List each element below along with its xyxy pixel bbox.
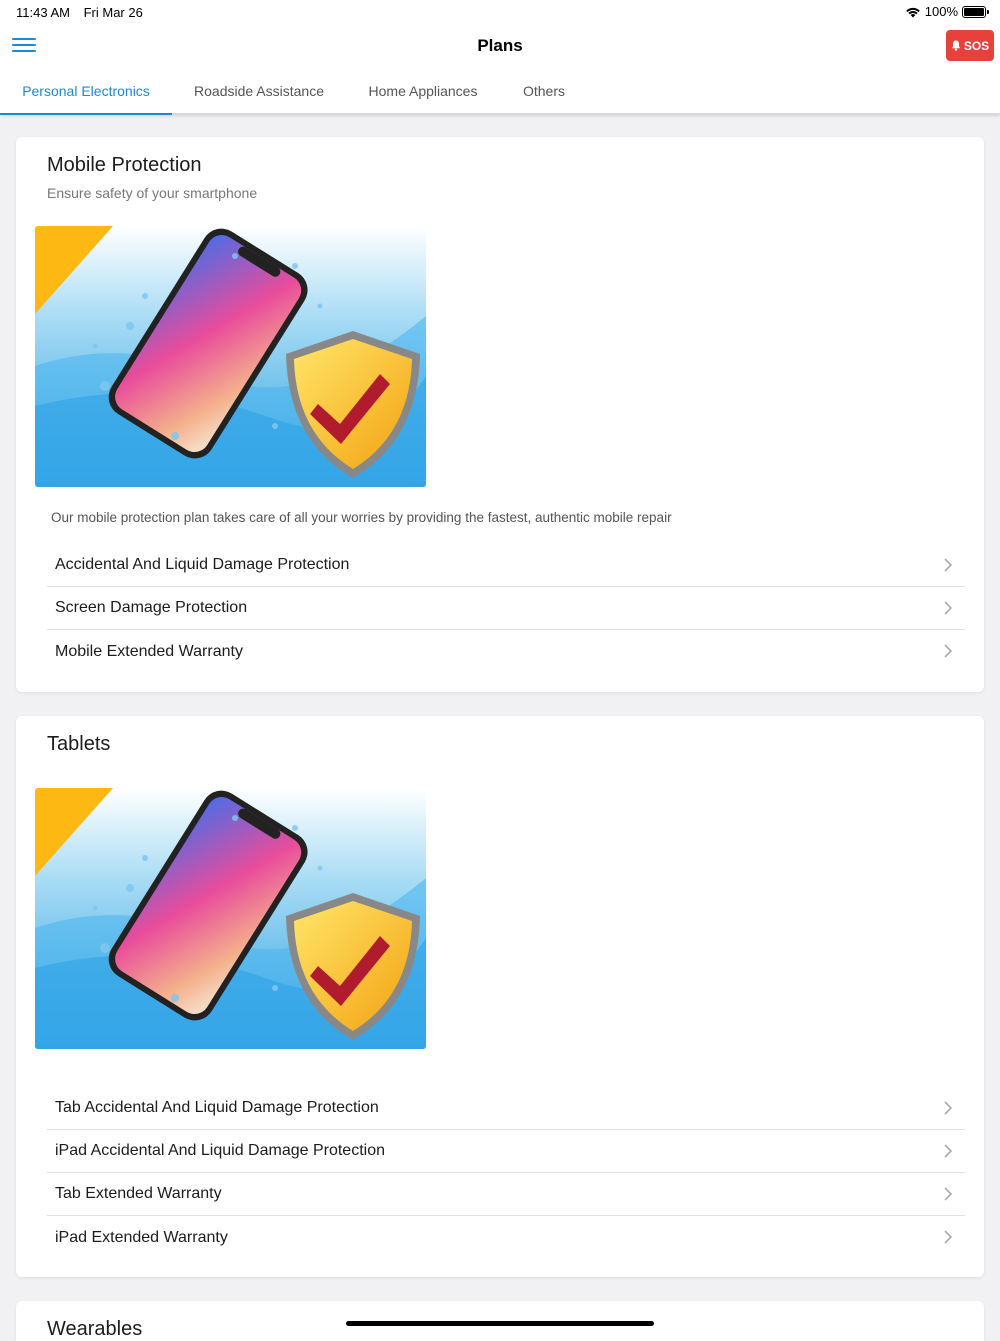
plan-label: Tab Accidental And Liquid Damage Protect… — [55, 1099, 379, 1116]
plan-item[interactable]: Mobile Extended Warranty — [47, 630, 965, 673]
chevron-right-icon — [944, 644, 953, 658]
chevron-right-icon — [944, 1187, 953, 1201]
plan-list: Tab Accidental And Liquid Damage Protect… — [47, 1087, 965, 1259]
tab-roadside-assistance[interactable]: Roadside Assistance — [172, 68, 346, 114]
bell-icon — [951, 40, 961, 51]
status-left: 11:43 AM Fri Mar 26 — [16, 5, 153, 20]
plan-item[interactable]: Tab Accidental And Liquid Damage Protect… — [47, 1087, 965, 1130]
status-bar: 11:43 AM Fri Mar 26 100% — [0, 0, 1000, 24]
tab-personal-electronics[interactable]: Personal Electronics — [0, 68, 172, 115]
tablets-image — [35, 788, 426, 1049]
status-date: Fri Mar 26 — [83, 5, 143, 20]
plan-item[interactable]: iPad Accidental And Liquid Damage Protec… — [47, 1130, 965, 1173]
sos-button[interactable]: SOS — [946, 30, 994, 61]
navigation-bar: Plans SOS — [0, 24, 1000, 68]
plan-item[interactable]: iPad Extended Warranty — [47, 1216, 965, 1259]
plan-label: iPad Extended Warranty — [55, 1228, 228, 1246]
page-title: Plans — [477, 36, 523, 55]
mobile-protection-card: Mobile Protection Ensure safety of your … — [16, 137, 984, 692]
status-right: 100% — [905, 4, 989, 19]
plan-item[interactable]: Accidental And Liquid Damage Protection — [47, 544, 965, 587]
tablets-card: Tablets Tab Accidental And Liquid Damage… — [16, 716, 984, 1277]
plan-label: Accidental And Liquid Damage Protection — [55, 556, 350, 573]
status-time: 11:43 AM — [16, 5, 70, 20]
plan-item[interactable]: Tab Extended Warranty — [47, 1173, 965, 1216]
plan-label: Tab Extended Warranty — [55, 1185, 222, 1202]
tab-others[interactable]: Others — [500, 68, 588, 114]
plan-label: Screen Damage Protection — [55, 599, 248, 616]
wifi-icon — [905, 7, 920, 17]
chevron-right-icon — [944, 1144, 953, 1158]
plan-label: iPad Accidental And Liquid Damage Protec… — [55, 1142, 385, 1159]
plan-item[interactable]: Screen Damage Protection — [47, 587, 965, 630]
home-indicator[interactable] — [346, 1321, 654, 1326]
plan-list: Accidental And Liquid Damage Protection … — [47, 544, 965, 673]
sos-label: SOS — [963, 38, 990, 53]
card-subtitle: Ensure safety of your smartphone — [47, 185, 258, 201]
mobile-protection-image — [35, 226, 426, 487]
card-title: Wearables — [47, 1318, 143, 1340]
chevron-right-icon — [944, 1101, 953, 1115]
plan-label: Mobile Extended Warranty — [55, 642, 243, 660]
tab-home-appliances[interactable]: Home Appliances — [346, 68, 500, 114]
card-description: Our mobile protection plan takes care of… — [51, 510, 672, 525]
chevron-right-icon — [944, 601, 953, 615]
chevron-right-icon — [944, 558, 953, 572]
battery-percent: 100% — [924, 4, 958, 19]
card-title: Mobile Protection — [47, 154, 202, 176]
battery-icon — [962, 5, 989, 18]
chevron-right-icon — [944, 1230, 953, 1244]
card-title: Tablets — [47, 733, 111, 755]
tab-bar: Personal Electronics Roadside Assistance… — [0, 68, 1000, 115]
